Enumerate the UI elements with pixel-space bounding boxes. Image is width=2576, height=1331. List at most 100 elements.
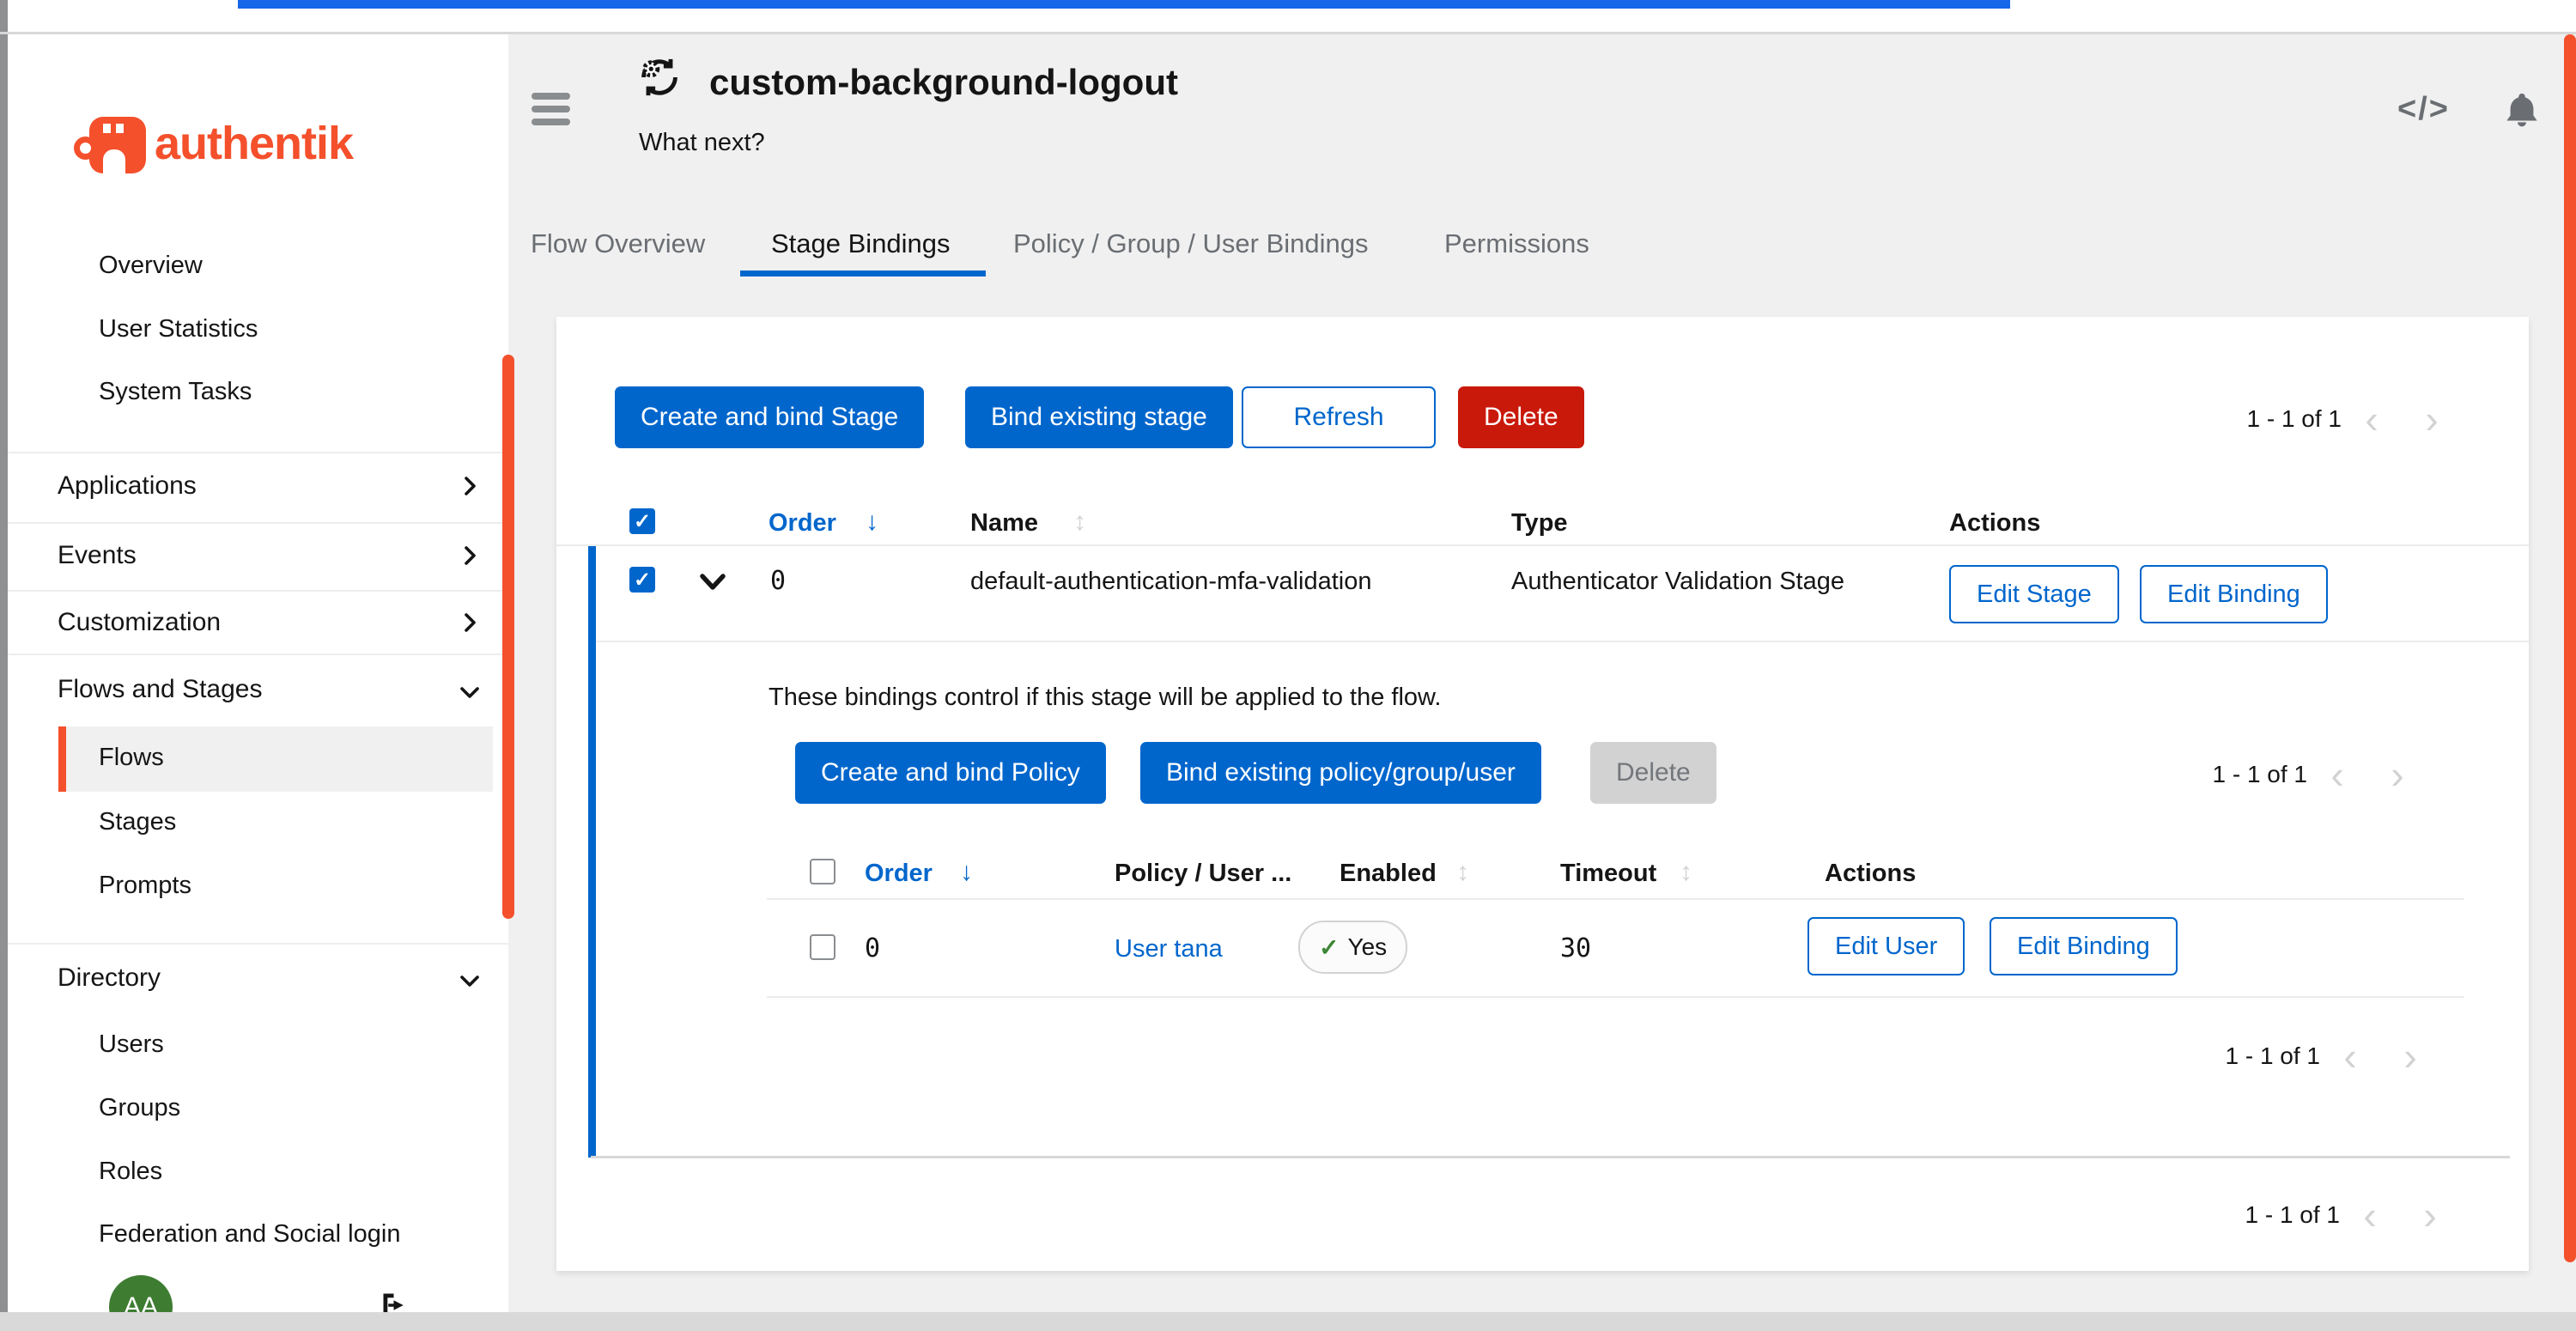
- notification-bell-icon[interactable]: [2502, 89, 2542, 131]
- tab-policy-group-user-bindings[interactable]: Policy / Group / User Bindings: [1013, 228, 1369, 259]
- refresh-button[interactable]: Refresh: [1242, 386, 1436, 448]
- sidebar-item-federation-social-login[interactable]: Federation and Social login: [99, 1220, 400, 1249]
- column-header-actions: Actions: [1949, 509, 2040, 538]
- pagination-next-icon[interactable]: ›: [2380, 1036, 2440, 1076]
- sidebar-item-system-tasks[interactable]: System Tasks: [99, 378, 252, 406]
- pagination-prev-icon[interactable]: ‹: [2340, 1195, 2400, 1235]
- pagination-top: 1 - 1 of 1 ‹ ›: [2246, 399, 2462, 439]
- sidebar-divider: [8, 590, 508, 592]
- sidebar-item-applications[interactable]: Applications: [58, 471, 197, 501]
- enabled-status-label: Yes: [1347, 933, 1387, 961]
- sidebar-item-user-statistics[interactable]: User Statistics: [99, 315, 258, 343]
- hamburger-menu-button[interactable]: [532, 93, 571, 127]
- nested-header-border: [767, 898, 2464, 900]
- nested-column-header-timeout[interactable]: Timeout: [1560, 860, 1656, 888]
- sidebar-divider: [8, 522, 508, 524]
- tab-stage-bindings[interactable]: Stage Bindings: [771, 228, 951, 259]
- delete-policy-button-disabled[interactable]: Delete: [1590, 742, 1716, 804]
- nested-row-policy-user-link[interactable]: User tana: [1115, 935, 1223, 963]
- page-title: custom-background-logout: [709, 62, 1178, 103]
- pagination-prev-icon[interactable]: ‹: [2307, 755, 2367, 794]
- sidebar-item-roles[interactable]: Roles: [99, 1158, 162, 1186]
- select-all-checkbox[interactable]: ✓: [629, 508, 655, 534]
- nested-select-all-checkbox[interactable]: [810, 859, 835, 884]
- check-icon: ✓: [634, 509, 651, 534]
- window-left-edge: [0, 0, 8, 1331]
- sidebar-scrollbar-thumb[interactable]: [502, 355, 514, 919]
- create-and-bind-policy-button[interactable]: Create and bind Policy: [795, 742, 1106, 804]
- row-select-checkbox[interactable]: ✓: [629, 567, 655, 593]
- page-subtitle: What next?: [639, 129, 765, 157]
- sidebar-divider: [8, 653, 508, 655]
- nested-row-order: 0: [865, 933, 880, 963]
- sort-descending-icon[interactable]: ↓: [866, 507, 878, 537]
- sort-descending-icon[interactable]: ↓: [960, 858, 973, 887]
- pagination-prev-icon[interactable]: ‹: [2320, 1036, 2380, 1076]
- nested-row-border: [767, 996, 2464, 998]
- column-header-type: Type: [1511, 509, 1568, 538]
- sort-icon[interactable]: ↕: [1680, 858, 1692, 887]
- sidebar-item-users[interactable]: Users: [99, 1030, 164, 1059]
- hamburger-bar: [532, 106, 570, 112]
- bindings-note: These bindings control if this stage wil…: [769, 684, 1441, 712]
- table-header-border: [556, 544, 2529, 546]
- sidebar-item-customization[interactable]: Customization: [58, 608, 221, 637]
- pagination-nested-top: 1 - 1 of 1 ‹ ›: [2212, 755, 2427, 794]
- sort-icon[interactable]: ↕: [1456, 858, 1469, 887]
- hamburger-bar: [532, 93, 570, 100]
- brand-logo[interactable]: authentik: [74, 112, 469, 180]
- pagination-next-icon[interactable]: ›: [2367, 755, 2427, 794]
- pagination-prev-icon[interactable]: ‹: [2342, 399, 2402, 439]
- bind-existing-policy-button[interactable]: Bind existing policy/group/user: [1140, 742, 1541, 804]
- authentik-admin-page: authentik Overview User Statistics Syste…: [0, 0, 2576, 1331]
- sidebar-item-stages[interactable]: Stages: [99, 808, 176, 836]
- tab-permissions[interactable]: Permissions: [1444, 228, 1589, 259]
- column-header-order[interactable]: Order: [769, 509, 836, 538]
- nested-column-header-order[interactable]: Order: [865, 860, 933, 888]
- pagination-label: 1 - 1 of 1: [2212, 761, 2307, 788]
- sidebar-item-events[interactable]: Events: [58, 541, 137, 570]
- tab-flow-overview[interactable]: Flow Overview: [531, 228, 705, 259]
- nested-column-header-enabled[interactable]: Enabled: [1340, 860, 1437, 888]
- nested-column-header-actions: Actions: [1825, 860, 1916, 888]
- edit-stage-button[interactable]: Edit Stage: [1949, 565, 2119, 623]
- check-icon: ✓: [634, 568, 651, 593]
- edit-binding-button[interactable]: Edit Binding: [2140, 565, 2328, 623]
- pagination-label: 1 - 1 of 1: [2225, 1042, 2320, 1070]
- brand-key-notch: [103, 149, 125, 173]
- create-and-bind-stage-button[interactable]: Create and bind Stage: [615, 386, 924, 448]
- window-bottom-edge: [0, 1312, 2576, 1331]
- sidebar-item-overview[interactable]: Overview: [99, 252, 203, 280]
- sidebar-item-flows[interactable]: Flows: [99, 744, 164, 772]
- chevron-right-icon[interactable]: [458, 544, 482, 568]
- brand-key-ring: [74, 137, 97, 160]
- sidebar-divider: [8, 943, 508, 945]
- edit-binding-button[interactable]: Edit Binding: [1990, 917, 2178, 975]
- chevron-right-icon[interactable]: [458, 611, 482, 635]
- page-scrollbar-thumb[interactable]: [2564, 34, 2576, 1262]
- sidebar-item-prompts[interactable]: Prompts: [99, 872, 191, 900]
- expansion-bottom-border: [591, 1156, 2510, 1158]
- pagination-next-icon[interactable]: ›: [2402, 399, 2462, 439]
- column-header-name[interactable]: Name: [970, 509, 1038, 538]
- chevron-right-icon[interactable]: [458, 474, 482, 498]
- row-expand-chevron-icon[interactable]: [699, 573, 726, 592]
- expanded-row-accent: [588, 546, 596, 1158]
- chevron-down-icon[interactable]: [458, 969, 482, 993]
- nested-column-header-policy-user[interactable]: Policy / User ...: [1115, 860, 1291, 888]
- sidebar-item-flows-and-stages[interactable]: Flows and Stages: [58, 675, 262, 704]
- sidebar-item-directory[interactable]: Directory: [58, 963, 161, 993]
- chevron-down-icon[interactable]: [458, 680, 482, 704]
- sort-icon[interactable]: ↕: [1073, 507, 1086, 537]
- nested-row-select-checkbox[interactable]: [810, 934, 835, 960]
- sidebar-divider: [8, 452, 508, 453]
- sidebar-item-groups[interactable]: Groups: [99, 1094, 180, 1122]
- check-icon: ✓: [1319, 933, 1339, 962]
- flow-process-icon: [637, 55, 682, 100]
- pagination-next-icon[interactable]: ›: [2400, 1195, 2460, 1235]
- delete-button[interactable]: Delete: [1458, 386, 1584, 448]
- edit-user-button[interactable]: Edit User: [1807, 917, 1965, 975]
- api-code-icon[interactable]: </>: [2397, 91, 2450, 128]
- bind-existing-stage-button[interactable]: Bind existing stage: [965, 386, 1233, 448]
- pagination-label: 1 - 1 of 1: [2246, 405, 2342, 433]
